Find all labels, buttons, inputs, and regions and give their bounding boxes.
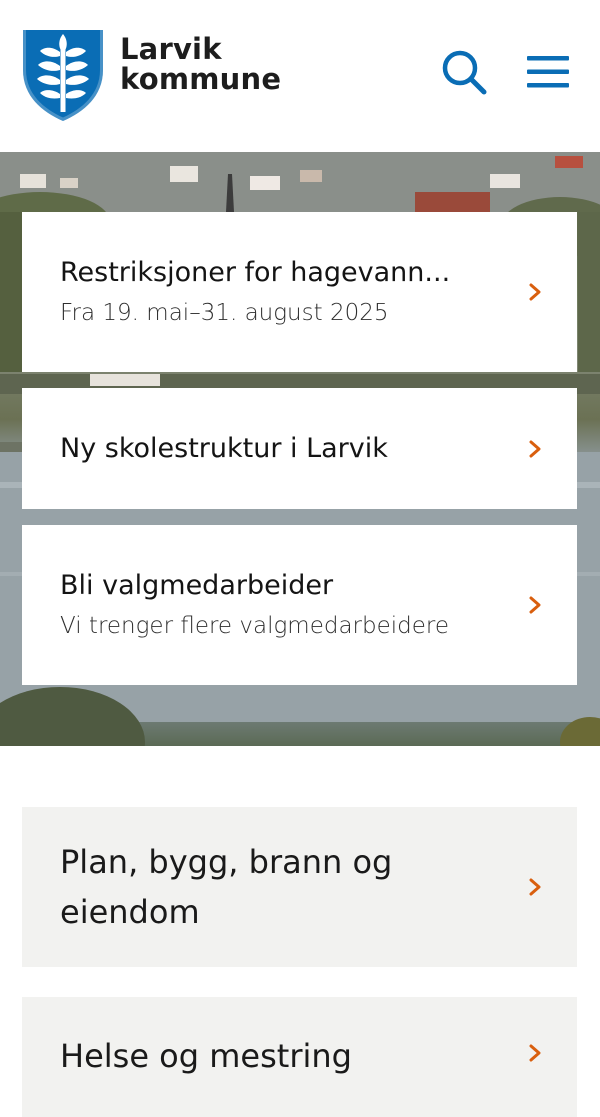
chevron-right-icon: [529, 1044, 541, 1062]
category-tile-label: Plan, bygg, brann og eiendom: [60, 843, 393, 931]
chevron-right-icon: [529, 878, 541, 896]
news-card-hagevann[interactable]: Restriksjoner for hagevann... Fra 19. ma…: [22, 212, 577, 372]
news-card-subtitle: Fra 19. mai–31. august 2025: [60, 300, 389, 326]
category-tile-helse[interactable]: Helse og mestring: [22, 997, 577, 1117]
site-header: Larvik kommune: [0, 0, 600, 152]
logo-text: Larvik kommune: [120, 34, 281, 94]
larvik-crest-logo: [23, 30, 103, 121]
news-card-subtitle: Vi trenger flere valgmedarbeidere: [60, 613, 449, 639]
news-card-skolestruktur[interactable]: Ny skolestruktur i Larvik: [22, 388, 577, 509]
menu-button[interactable]: [520, 44, 576, 100]
category-tile-label: Helse og mestring: [60, 1037, 352, 1075]
search-icon: [442, 50, 487, 95]
news-card-valgmedarbeider[interactable]: Bli valgmedarbeider Vi trenger flere val…: [22, 525, 577, 685]
hamburger-menu-icon: [527, 56, 569, 88]
news-card-title: Restriksjoner for hagevann...: [60, 257, 451, 288]
chevron-right-icon: [529, 283, 541, 301]
news-card-title: Bli valgmedarbeider: [60, 570, 334, 601]
chevron-right-icon: [529, 596, 541, 614]
logo-text-line2: kommune: [120, 62, 282, 96]
chevron-right-icon: [529, 440, 541, 457]
home-logo-link[interactable]: Larvik kommune: [22, 28, 281, 122]
logo-text-line1: Larvik: [120, 32, 222, 66]
category-tile-plan-bygg[interactable]: Plan, bygg, brann og eiendom: [22, 807, 577, 967]
search-button[interactable]: [436, 44, 492, 100]
news-card-title: Ny skolestruktur i Larvik: [60, 432, 388, 464]
